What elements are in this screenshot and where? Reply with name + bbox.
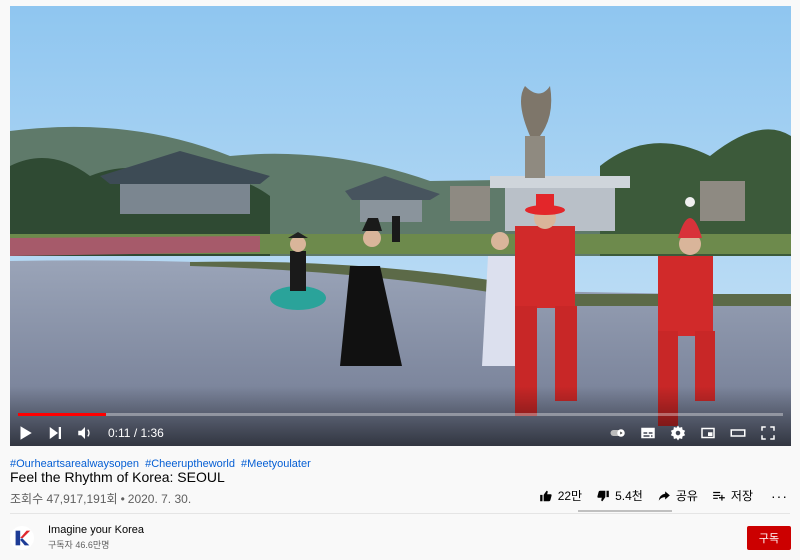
like-dislike-ratio-bar: [578, 510, 672, 512]
share-label: 공유: [675, 489, 698, 503]
theater-icon: [730, 429, 746, 437]
share-icon: [658, 490, 670, 501]
volume-icon: [78, 427, 90, 439]
subtitles-icon: [641, 427, 655, 439]
theater-button[interactable]: [723, 420, 753, 446]
divider: [10, 513, 790, 514]
save-playlist-icon: [713, 491, 725, 501]
autoplay-toggle-icon: [610, 429, 625, 437]
upload-date: 2020. 7. 30.: [127, 492, 192, 506]
miniplayer-button[interactable]: [693, 420, 723, 446]
subscriber-count: 구독자 46.6만명: [48, 540, 110, 550]
channel-info: Imagine your Korea 구독자 46.6만명: [10, 524, 144, 551]
video-frame[interactable]: [10, 6, 791, 446]
channel-avatar[interactable]: [10, 525, 34, 550]
play-button[interactable]: [10, 420, 40, 446]
next-icon: [49, 427, 61, 439]
thumbs-down-icon: [597, 490, 609, 501]
time-total: 1:36: [140, 426, 164, 440]
dislike-button[interactable]: 5.4천: [596, 487, 643, 504]
dislike-count: 5.4천: [615, 489, 643, 503]
view-count: 조회수 47,917,191회: [10, 492, 118, 506]
progress-played: [18, 413, 106, 416]
player-controls: 0:11 / 1:36: [10, 420, 791, 446]
channel-text: Imagine your Korea 구독자 46.6만명: [48, 524, 144, 551]
video-player[interactable]: 0:11 / 1:36: [10, 6, 791, 446]
miniplayer-icon: [701, 427, 715, 439]
share-button[interactable]: 공유: [657, 487, 698, 504]
video-actions: 22만 5.4천 공유 저장 ···: [525, 487, 788, 504]
time-display: 0:11 / 1:36: [108, 426, 164, 440]
like-button[interactable]: 22만: [539, 487, 582, 504]
subtitles-button[interactable]: [633, 420, 663, 446]
play-icon: [20, 426, 32, 440]
subscribe-button[interactable]: 구독: [747, 526, 791, 550]
view-info: 조회수 47,917,191회 • 2020. 7. 30.: [10, 490, 191, 507]
next-button[interactable]: [40, 420, 70, 446]
fullscreen-icon: [761, 426, 775, 440]
mute-button[interactable]: [70, 420, 100, 446]
thumbs-up-icon: [539, 490, 552, 501]
progress-bar[interactable]: [18, 413, 783, 416]
video-still: [10, 6, 791, 446]
hashtag-link[interactable]: #Meetyoulater: [241, 458, 311, 470]
time-current: 0:11: [108, 426, 131, 440]
more-actions-button[interactable]: ···: [771, 488, 788, 504]
player-controls-right: [603, 420, 791, 446]
view-info-separator: •: [120, 492, 125, 506]
like-count: 22만: [557, 489, 583, 503]
autoplay-toggle[interactable]: [603, 420, 633, 446]
channel-name[interactable]: Imagine your Korea: [48, 524, 144, 536]
gear-icon: [670, 425, 686, 441]
settings-button[interactable]: [663, 420, 693, 446]
save-label: 저장: [730, 489, 753, 503]
fullscreen-button[interactable]: [753, 420, 783, 446]
video-title: Feel the Rhythm of Korea: SEOUL: [10, 469, 225, 485]
save-button[interactable]: 저장: [712, 487, 753, 504]
channel-logo-icon: [15, 530, 31, 545]
